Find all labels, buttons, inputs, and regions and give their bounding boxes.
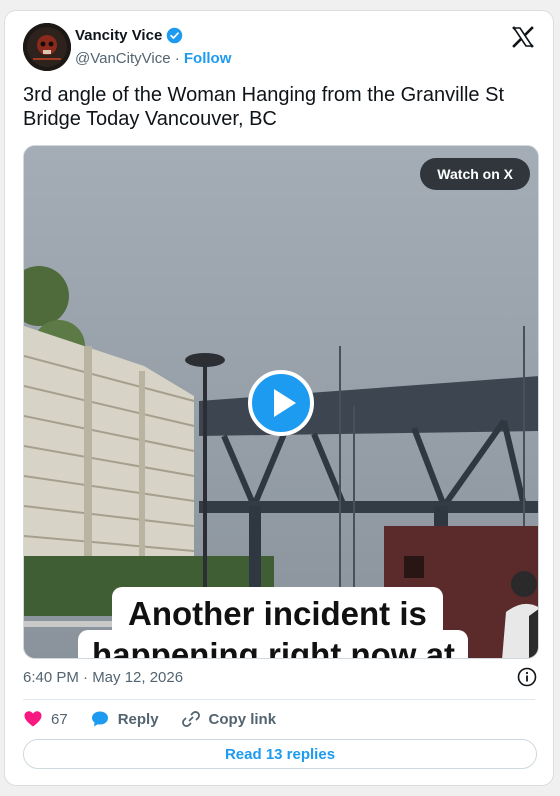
tweet-text: 3rd angle of the Woman Hanging from the … — [23, 84, 504, 130]
reply-label: Reply — [117, 710, 159, 728]
action-bar: 67 Reply Copy link — [23, 708, 298, 730]
reply-bubble-icon — [91, 711, 108, 727]
reply-button[interactable]: Reply — [90, 709, 159, 729]
copy-link-label: Copy link — [208, 710, 277, 728]
info-icon[interactable] — [517, 667, 537, 687]
handle-separator: · — [174, 50, 180, 67]
tweet-card: Vancity Vice @VanCityVice · Follow 3rd a… — [4, 10, 554, 786]
video-media[interactable]: Watch on X happening right now at Anothe… — [23, 145, 539, 659]
watch-on-x-button[interactable]: Watch on X — [420, 158, 530, 190]
handle-row: @VanCityVice · Follow — [75, 50, 231, 67]
follow-button[interactable]: Follow — [184, 50, 232, 67]
video-caption-line-1: Another incident is — [112, 587, 443, 641]
user-handle[interactable]: @VanCityVice — [75, 50, 171, 67]
x-logo-icon[interactable] — [511, 25, 535, 49]
tweet-timestamp[interactable]: 6:40 PM · May 12, 2026 — [23, 669, 183, 686]
avatar[interactable] — [23, 23, 71, 71]
play-icon[interactable] — [248, 370, 314, 436]
like-count: 67 — [51, 710, 68, 728]
like-button[interactable]: 67 — [23, 709, 68, 729]
read-replies-button[interactable]: Read 13 replies — [23, 739, 537, 769]
name-row: Vancity Vice — [75, 27, 183, 44]
divider — [23, 699, 535, 700]
verified-badge-icon — [167, 27, 183, 44]
display-name[interactable]: Vancity Vice — [75, 27, 162, 44]
link-icon — [181, 711, 200, 727]
copy-link-button[interactable]: Copy link — [181, 709, 277, 729]
heart-icon — [24, 711, 42, 727]
